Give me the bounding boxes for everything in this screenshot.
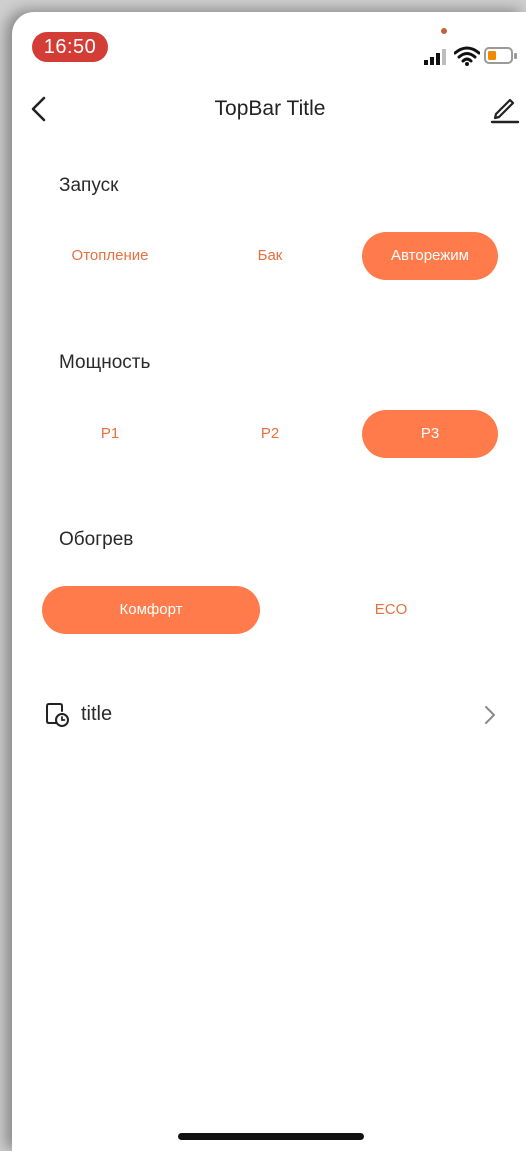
chevron-right-icon bbox=[480, 702, 500, 728]
status-icons bbox=[424, 46, 520, 66]
option-auto-mode[interactable]: Авторежим bbox=[362, 232, 498, 280]
wifi-icon bbox=[454, 46, 480, 66]
home-indicator[interactable] bbox=[178, 1133, 364, 1140]
back-button[interactable] bbox=[24, 92, 54, 126]
option-power-p3[interactable]: P3 bbox=[362, 410, 498, 458]
edit-button[interactable] bbox=[488, 92, 520, 126]
option-eco[interactable]: ECO bbox=[282, 586, 500, 634]
option-comfort[interactable]: Комфорт bbox=[42, 586, 260, 634]
option-heating-mode[interactable]: Отопление bbox=[42, 232, 178, 280]
chevron-left-icon bbox=[31, 96, 46, 122]
option-tank-mode[interactable]: Бак bbox=[202, 232, 338, 280]
battery-icon bbox=[484, 47, 517, 64]
section-label-launch: Запуск bbox=[59, 175, 119, 196]
page-title: TopBar Title bbox=[214, 97, 326, 120]
phone-screen: 16:50 TopBar Title Запуск Отопление Бак … bbox=[12, 12, 526, 1151]
list-item-title[interactable]: title bbox=[12, 692, 526, 738]
status-time: 16:50 bbox=[32, 32, 108, 62]
pencil-icon bbox=[490, 98, 520, 124]
privacy-indicator-dot bbox=[441, 28, 447, 34]
option-power-p1[interactable]: P1 bbox=[42, 410, 178, 458]
timer-document-icon bbox=[44, 702, 70, 728]
section-label-power: Мощность bbox=[59, 352, 151, 373]
option-power-p2[interactable]: P2 bbox=[202, 410, 338, 458]
section-label-heating: Обогрев bbox=[59, 529, 134, 550]
list-item-label: title bbox=[81, 703, 113, 725]
